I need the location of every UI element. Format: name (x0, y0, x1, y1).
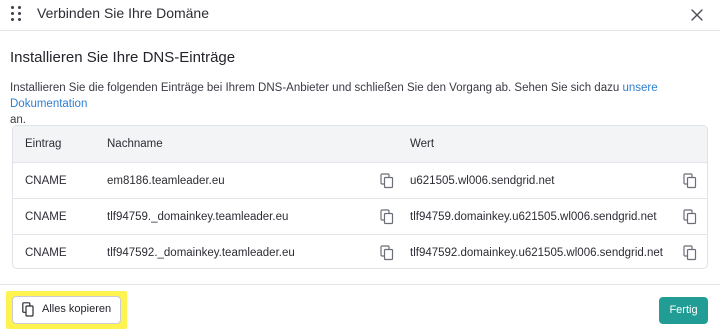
record-name: em8186.teamleader.eu (107, 175, 225, 187)
record-value: u621505.wl006.sendgrid.net (410, 175, 555, 187)
close-icon (691, 9, 703, 21)
drag-handle-icon[interactable] (11, 6, 23, 22)
header-name: Nachname (107, 138, 163, 150)
table-header-row: Eintrag Nachname Wert (13, 126, 707, 162)
copy-icon[interactable] (683, 173, 697, 189)
record-name: tlf94759._domainkey.teamleader.eu (107, 211, 289, 223)
done-button[interactable]: Fertig (659, 297, 708, 324)
copy-icon (22, 302, 34, 317)
record-value: tlf947592.domainkey.u621505.wl006.sendgr… (410, 247, 663, 259)
copy-icon[interactable] (683, 209, 697, 225)
record-name: tlf947592._domainkey.teamleader.eu (107, 247, 295, 259)
header-type: Eintrag (25, 138, 62, 150)
table-row: CNAME tlf947592._domainkey.teamleader.eu… (13, 234, 707, 268)
record-type: CNAME (25, 247, 67, 259)
table-row: CNAME em8186.teamleader.eu u621505.wl006… (13, 162, 707, 198)
intro-text: Installieren Sie die folgenden Einträge … (10, 80, 710, 128)
record-type: CNAME (25, 211, 67, 223)
section-title: Installieren Sie Ihre DNS-Einträge (10, 49, 236, 66)
header-value: Wert (410, 138, 435, 150)
copy-icon[interactable] (380, 209, 394, 225)
copy-all-label: Alles kopieren (42, 303, 112, 315)
copy-all-button[interactable]: Alles kopieren (12, 296, 121, 324)
copy-icon[interactable] (380, 173, 394, 189)
record-type: CNAME (25, 175, 67, 187)
copy-icon[interactable] (683, 245, 697, 261)
copy-icon[interactable] (380, 245, 394, 261)
dialog-title: Verbinden Sie Ihre Domäne (37, 5, 209, 21)
record-value: tlf94759.domainkey.u621505.wl006.sendgri… (410, 211, 657, 223)
close-button[interactable] (687, 5, 707, 25)
dialog-header: Verbinden Sie Ihre Domäne (0, 0, 720, 31)
intro-text-main: Installieren Sie die folgenden Einträge … (10, 82, 623, 94)
dns-records-table: Eintrag Nachname Wert CNAME em8186.teaml… (12, 125, 708, 269)
table-row: CNAME tlf94759._domainkey.teamleader.eu … (13, 198, 707, 234)
